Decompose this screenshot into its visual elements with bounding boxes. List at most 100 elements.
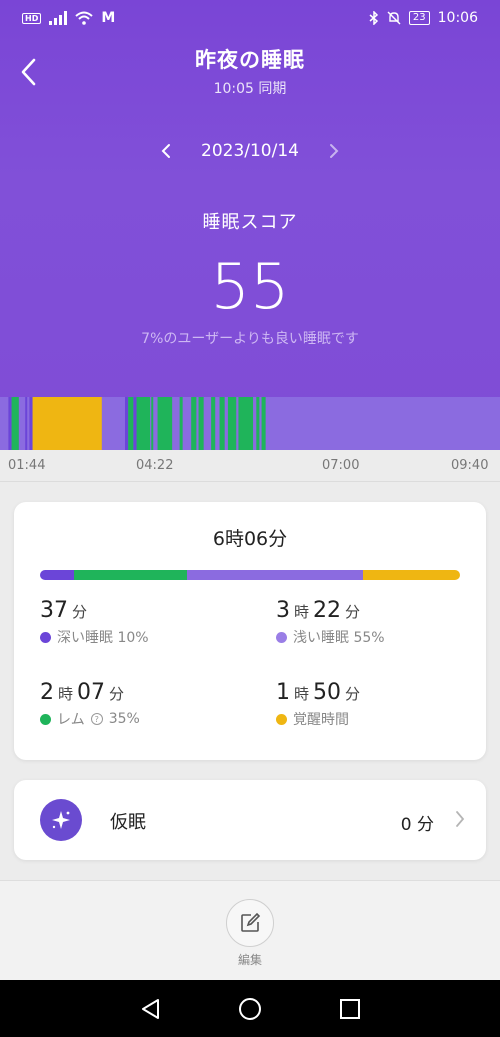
awake-hours: 1 — [276, 680, 290, 705]
rem-sleep-label: レム — [57, 712, 85, 728]
time-axis-label: 01:44 — [8, 458, 46, 473]
timeline-segment-rem — [179, 397, 183, 450]
square-recents-icon — [340, 998, 360, 1019]
deep-minutes: 37 — [40, 598, 68, 623]
time-axis-label: 04:22 — [136, 458, 174, 473]
nap-label: 仮眠 — [110, 812, 146, 833]
timeline-segment-light — [18, 397, 26, 450]
previous-day-button[interactable] — [153, 138, 179, 164]
nap-icon-container — [40, 799, 82, 841]
timeline-segment-light — [27, 397, 30, 450]
timeline-segment-light — [182, 397, 192, 450]
score-value: 55 — [210, 250, 290, 323]
chevron-right-icon — [329, 144, 339, 158]
distribution-segment-deep — [40, 570, 74, 580]
timeline-segment-light — [196, 397, 199, 450]
timeline-segment-rem — [151, 397, 154, 450]
system-nav-bar — [0, 980, 500, 1037]
chevron-left-icon — [161, 144, 170, 158]
timeline-segment-rem — [128, 397, 134, 450]
triangle-back-icon — [142, 998, 159, 1019]
timeline-segment-deep — [8, 397, 12, 450]
sleep-stage-chart — [0, 397, 500, 450]
timeline-segment-light — [224, 397, 228, 450]
nav-home-button[interactable] — [235, 994, 265, 1024]
hd-badge: HD — [22, 12, 42, 24]
light-minutes-unit: 分 — [345, 603, 361, 621]
total-sleep-duration: 6時06分 — [212, 528, 288, 550]
signal-icon — [49, 11, 68, 25]
stat-light-sleep: 3 時 22 分 浅い睡眠 55% — [276, 598, 476, 647]
nap-row[interactable]: 仮眠 0 分 — [14, 780, 486, 860]
timeline-segment-rem — [136, 397, 151, 450]
timeline-segment-light — [265, 397, 500, 450]
distribution-segment-awake — [363, 570, 460, 580]
distribution-segment-light — [186, 570, 364, 580]
edit-icon — [241, 912, 261, 932]
help-icon[interactable]: ? — [90, 713, 103, 725]
light-sleep-dot — [276, 631, 287, 643]
rem-minutes: 07 — [77, 680, 106, 705]
chevron-right-icon — [456, 811, 465, 827]
timeline-segment-deep — [125, 397, 129, 450]
timeline-segment-deep — [25, 397, 28, 450]
nav-back-button[interactable] — [135, 994, 165, 1024]
stat-deep-sleep: 37 分 深い睡眠 10% — [40, 598, 240, 647]
title-block: 昨夜の睡眠 10:05 同期 — [0, 44, 500, 98]
sparkle-icon — [52, 811, 70, 829]
sync-status: 10:05 同期 — [213, 81, 287, 97]
time-axis: 01:44 04:22 07:00 09:40 — [0, 450, 500, 482]
rem-hours: 2 — [40, 680, 54, 705]
stat-rem-sleep: 2 時 07 分 レム ? 35% — [40, 680, 240, 729]
awake-dot — [276, 713, 287, 725]
timeline-segment-deep — [29, 397, 33, 450]
stage-distribution-bar — [40, 570, 460, 580]
rem-sleep-dot — [40, 713, 51, 725]
timeline-segment-rem — [11, 397, 19, 450]
timeline-segment-light — [253, 397, 257, 450]
distribution-segment-rem — [73, 570, 187, 580]
timeline-segment-rem — [238, 397, 254, 450]
status-time: 10:06 — [437, 10, 478, 26]
sleep-header: HD M 23 10:06 昨夜の睡眠 10:05 同期 2023/10/14 … — [0, 0, 500, 450]
light-sleep-label: 浅い睡眠 55% — [293, 630, 385, 646]
timeline-segment-light — [0, 397, 9, 450]
timeline-segment-light — [203, 397, 212, 450]
light-hours-unit: 時 — [294, 603, 310, 621]
score-comparison: 7%のユーザーよりも良い睡眠です — [141, 331, 359, 347]
deep-sleep-dot — [40, 631, 51, 643]
awake-hours-unit: 時 — [294, 685, 310, 703]
next-day-button[interactable] — [321, 138, 347, 164]
timeline-segment-rem — [256, 397, 260, 450]
nap-duration: 0 分 — [400, 815, 434, 835]
bottom-action-area: 編集 — [0, 880, 500, 980]
timeline-segment-rem — [211, 397, 216, 450]
timeline-segment-light — [215, 397, 220, 450]
deep-minutes-unit: 分 — [72, 603, 88, 621]
timeline-segment-rem — [261, 397, 266, 450]
status-bar: HD M 23 10:06 — [0, 0, 500, 36]
timeline-segment-light — [172, 397, 180, 450]
nav-recents-button[interactable] — [335, 994, 365, 1024]
edit-button[interactable] — [226, 899, 274, 947]
sleep-summary-card: 6時06分 37 分 深い睡眠 10% 3 時 22 分 浅い睡眠 55% 2 … — [14, 502, 486, 760]
sleep-timeline — [0, 397, 500, 450]
time-axis-label: 09:40 — [451, 458, 489, 473]
light-hours: 3 — [276, 598, 290, 623]
current-date: 2023/10/14 — [201, 141, 299, 161]
bluetooth-icon — [369, 11, 379, 25]
stat-awake: 1 時 50 分 覚醒時間 — [276, 680, 476, 729]
timeline-segment-rem — [198, 397, 204, 450]
timeline-segment-light — [236, 397, 239, 450]
score-label: 睡眠スコア — [202, 212, 298, 233]
page-title: 昨夜の睡眠 — [195, 48, 305, 72]
rem-percent: 35% — [108, 711, 140, 727]
timeline-segment-light — [153, 397, 158, 450]
timeline-segment-awake — [32, 397, 102, 450]
rem-minutes-unit: 分 — [109, 685, 125, 703]
awake-minutes: 50 — [313, 680, 342, 705]
timeline-segment-light — [150, 397, 152, 450]
timeline-segment-rem — [219, 397, 225, 450]
timeline-segment-rem — [157, 397, 173, 450]
mail-icon: M — [101, 10, 116, 26]
